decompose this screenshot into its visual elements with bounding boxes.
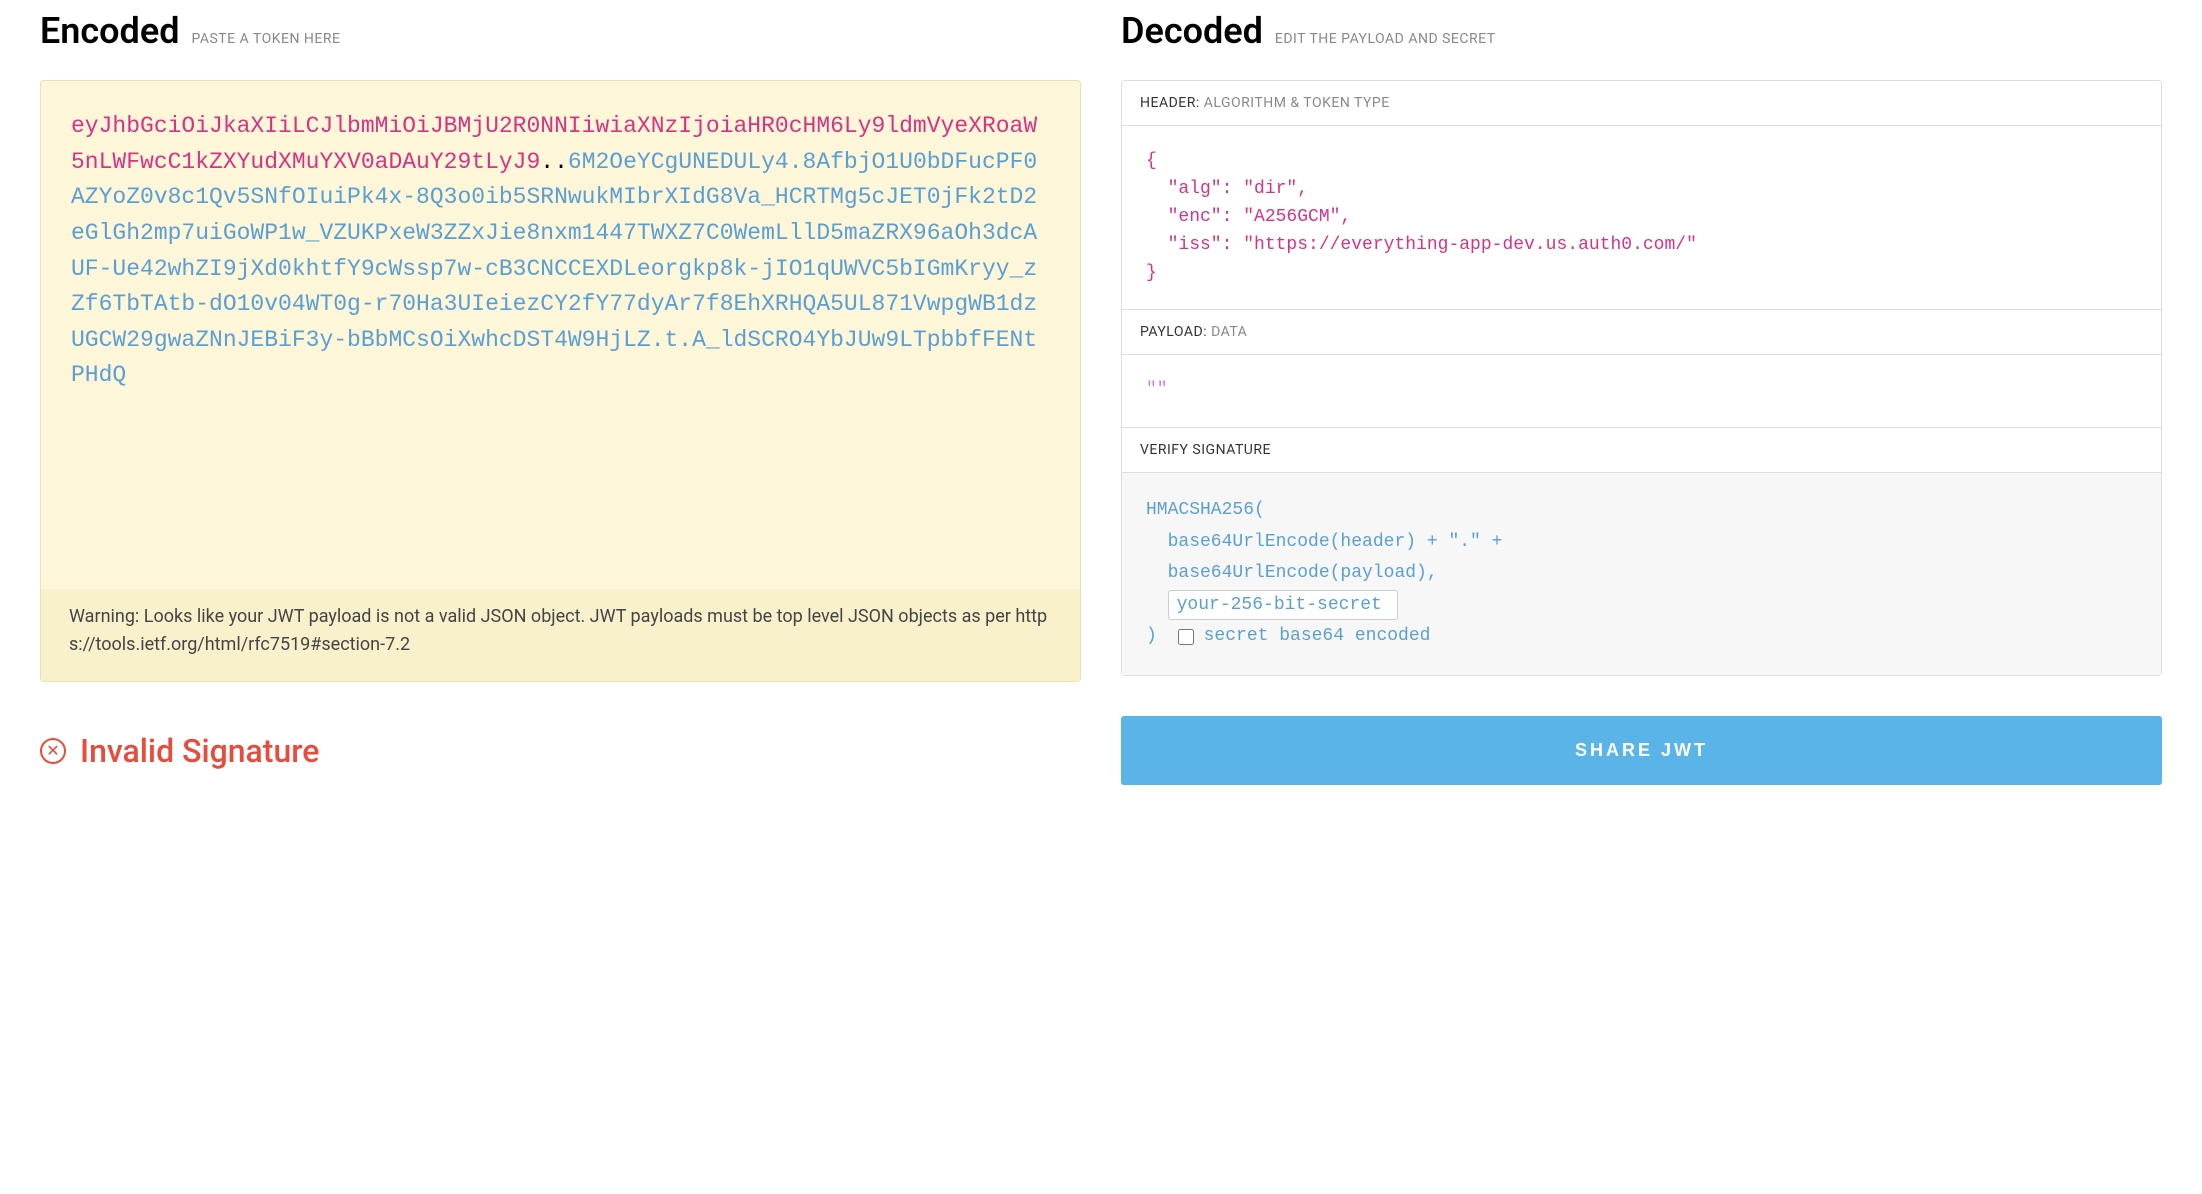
header-json-line: "iss": "https://everything-app-dev.us.au…	[1146, 232, 2137, 260]
payload-label: PAYLOAD:	[1140, 324, 1207, 340]
signature-status-text: Invalid Signature	[80, 732, 319, 770]
decoded-header: Decoded EDIT THE PAYLOAD AND SECRET	[1121, 10, 2162, 52]
verify-label: VERIFY SIGNATURE	[1140, 442, 1271, 458]
header-label: HEADER:	[1140, 95, 1200, 111]
encoded-subtitle: PASTE A TOKEN HERE	[191, 31, 340, 47]
verify-section-title: VERIFY SIGNATURE	[1122, 428, 2161, 473]
verify-signature-body: HMACSHA256( base64UrlEncode(header) + ".…	[1122, 473, 2161, 675]
payload-json-editor[interactable]: ""	[1122, 355, 2161, 428]
verify-line-3: base64UrlEncode(payload),	[1146, 558, 2137, 590]
signature-status: ✕ Invalid Signature	[40, 732, 1081, 770]
header-sublabel: ALGORITHM & TOKEN TYPE	[1204, 95, 1390, 111]
decoded-title: Decoded	[1121, 10, 1263, 52]
decoded-panel: HEADER: ALGORITHM & TOKEN TYPE { "alg": …	[1121, 80, 2162, 676]
x-icon: ✕	[46, 743, 59, 759]
header-json-line: {	[1146, 148, 2137, 176]
header-json-line: "enc": "A256GCM",	[1146, 204, 2137, 232]
secret-base64-label: secret base64 encoded	[1204, 621, 1431, 653]
verify-line-1: HMACSHA256(	[1146, 495, 2137, 527]
encoded-column: Encoded PASTE A TOKEN HERE eyJhbGciOiJka…	[40, 10, 1081, 682]
secret-base64-checkbox[interactable]	[1178, 629, 1194, 645]
header-json-editor[interactable]: { "alg": "dir", "enc": "A256GCM", "iss":…	[1122, 126, 2161, 310]
encoded-title: Encoded	[40, 10, 179, 52]
encoded-header: Encoded PASTE A TOKEN HERE	[40, 10, 1081, 52]
token-payload-segment: 6M2OeYCgUNEDULy4.8AfbjO1U0bDFucPF0AZYoZ0…	[71, 149, 1037, 389]
jwt-warning: Warning: Looks like your JWT payload is …	[41, 589, 1080, 681]
token-separator: ..	[540, 149, 568, 175]
payload-sublabel: DATA	[1211, 324, 1247, 340]
invalid-icon: ✕	[40, 738, 66, 764]
verify-close-paren: )	[1146, 621, 1168, 653]
share-jwt-button[interactable]: SHARE JWT	[1121, 716, 2162, 785]
payload-section-title: PAYLOAD: DATA	[1122, 310, 2161, 355]
header-json-line: }	[1146, 260, 2137, 288]
secret-input[interactable]	[1168, 590, 1398, 620]
verify-line-2: base64UrlEncode(header) + "." +	[1146, 527, 2137, 559]
decoded-column: Decoded EDIT THE PAYLOAD AND SECRET HEAD…	[1121, 10, 2162, 682]
header-section-title: HEADER: ALGORITHM & TOKEN TYPE	[1122, 81, 2161, 126]
header-json-line: "alg": "dir",	[1146, 176, 2137, 204]
encoded-token-input[interactable]: eyJhbGciOiJkaXIiLCJlbmMiOiJBMjU2R0NNIiwi…	[40, 80, 1081, 682]
payload-value: ""	[1146, 380, 1168, 400]
decoded-subtitle: EDIT THE PAYLOAD AND SECRET	[1275, 31, 1496, 47]
